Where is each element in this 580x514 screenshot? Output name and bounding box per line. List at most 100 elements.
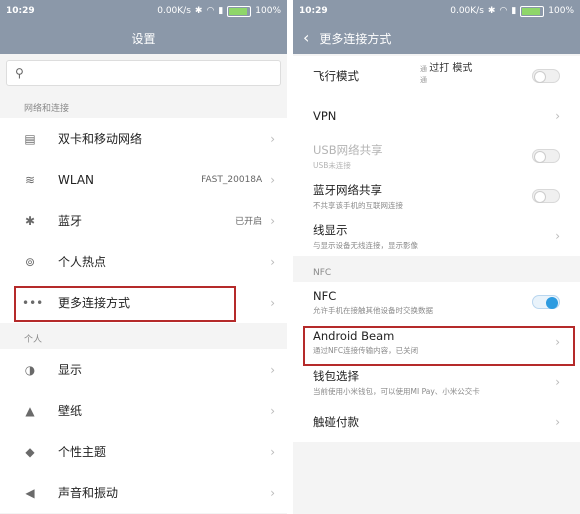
- bluetooth-status: 已开启: [235, 217, 263, 227]
- setting-label: VPN: [313, 109, 337, 123]
- nfc-toggle[interactable]: [532, 295, 560, 309]
- signal-icon: ▮: [218, 6, 224, 16]
- status-time: 10:29: [299, 6, 328, 16]
- chevron-right-icon: ›: [270, 131, 275, 146]
- settings-item-label: 声音和振动: [58, 486, 119, 500]
- setting-airplane-mode[interactable]: 飞行模式 通 过打 模式 通: [293, 56, 580, 96]
- battery-icon: [227, 5, 252, 17]
- settings-item-more-connections[interactable]: ••• 更多连接方式 ›: [0, 282, 287, 323]
- settings-screen: 10:29 0.00K/s ✱ ◠ ▮ 100% 设置 ⚲ 网络和连接 ▤ 双卡…: [0, 0, 287, 514]
- section-header-network: 网络和连接: [24, 104, 70, 114]
- page-title-bar: 设置: [0, 22, 287, 54]
- airplane-note-line1: 通: [420, 65, 427, 73]
- wallpaper-icon: ▲: [25, 403, 35, 418]
- chevron-right-icon: ›: [555, 375, 560, 389]
- chevron-right-icon: ›: [555, 229, 560, 243]
- wlan-network-name: FAST_20018A: [201, 174, 263, 185]
- setting-tap-and-pay[interactable]: 触碰付款 ›: [293, 402, 580, 442]
- chevron-right-icon: ›: [555, 335, 560, 349]
- setting-summary: 不共享该手机的互联网连接: [313, 200, 403, 210]
- settings-item-label: 蓝牙: [58, 214, 83, 228]
- settings-item-theme[interactable]: ◆ 个性主题 ›: [0, 431, 287, 472]
- signal-icon: ▮: [511, 6, 517, 16]
- sound-icon: ◀: [25, 485, 35, 500]
- chevron-right-icon: ›: [555, 109, 560, 123]
- usb-tethering-toggle[interactable]: [532, 149, 560, 163]
- status-bar: 10:29 0.00K/s ✱ ◠ ▮ 100%: [0, 0, 287, 22]
- settings-item-label: 个人热点: [58, 255, 107, 269]
- airplane-mode-toggle[interactable]: [532, 69, 560, 83]
- setting-usb-tethering[interactable]: USB网络共享 USB未连接: [293, 136, 580, 176]
- search-input[interactable]: ⚲: [6, 60, 281, 86]
- setting-label: 蓝牙网络共享: [313, 182, 382, 197]
- setting-label: 线显示: [313, 222, 348, 237]
- setting-label: 钱包选择: [313, 368, 359, 383]
- status-time: 10:29: [6, 6, 35, 16]
- settings-item-label: 双卡和移动网络: [58, 132, 143, 146]
- page-title: 更多连接方式: [319, 31, 392, 46]
- settings-item-wlan[interactable]: ≋ WLAN FAST_20018A ›: [0, 159, 287, 200]
- status-bar: 10:29 0.00K/s ✱ ◠ ▮ 100%: [293, 0, 580, 22]
- setting-wireless-display[interactable]: 线显示 与显示设备无线连接，显示影像 ›: [293, 216, 580, 256]
- setting-label: 飞行模式: [313, 69, 359, 83]
- bluetooth-tethering-toggle[interactable]: [532, 189, 560, 203]
- settings-item-label: WLAN: [58, 172, 95, 187]
- more-icon: •••: [22, 295, 44, 310]
- airplane-note-emph: 过打 模式: [429, 63, 473, 74]
- airplane-tooltip-text: 通 过打 模式 通: [420, 63, 472, 86]
- network-speed: 0.00K/s: [450, 6, 484, 16]
- settings-item-dual-sim[interactable]: ▤ 双卡和移动网络 ›: [0, 118, 287, 159]
- chevron-right-icon: ›: [270, 254, 275, 269]
- back-arrow-icon[interactable]: ‹: [303, 30, 309, 46]
- settings-item-label: 显示: [58, 363, 83, 377]
- wifi-status-icon: ◠: [206, 6, 215, 16]
- setting-summary: 与显示设备无线连接，显示影像: [313, 240, 418, 250]
- setting-summary: 通过NFC连接传输内容，已关闭: [313, 345, 419, 355]
- setting-label: USB网络共享: [313, 142, 383, 157]
- settings-item-hotspot[interactable]: ⊚ 个人热点 ›: [0, 241, 287, 282]
- network-speed: 0.00K/s: [157, 6, 191, 16]
- chevron-right-icon: ›: [270, 362, 275, 377]
- settings-item-wallpaper[interactable]: ▲ 壁纸 ›: [0, 390, 287, 431]
- search-icon: ⚲: [15, 66, 24, 80]
- setting-android-beam[interactable]: Android Beam 通过NFC连接传输内容，已关闭 ›: [293, 322, 580, 362]
- bluetooth-status-icon: ✱: [194, 6, 203, 16]
- chevron-right-icon: ›: [270, 444, 275, 459]
- wifi-icon: ≋: [24, 172, 36, 187]
- battery-percent: 100%: [255, 6, 281, 16]
- setting-bluetooth-tethering[interactable]: 蓝牙网络共享 不共享该手机的互联网连接: [293, 176, 580, 216]
- page-title-bar: ‹ 更多连接方式: [293, 22, 580, 54]
- battery-percent: 100%: [548, 6, 574, 16]
- chevron-right-icon: ›: [270, 172, 275, 187]
- chevron-right-icon: ›: [270, 403, 275, 418]
- battery-icon: [520, 5, 545, 17]
- section-header-nfc: NFC: [313, 268, 332, 278]
- bluetooth-icon: ✱: [24, 213, 36, 228]
- settings-item-label: 更多连接方式: [58, 296, 131, 310]
- section-header-personal: 个人: [24, 335, 43, 345]
- theme-icon: ◆: [25, 444, 35, 459]
- setting-summary: 当前使用小米钱包，可以使用MI Pay、小米公交卡: [313, 386, 480, 396]
- settings-item-sound[interactable]: ◀ 声音和振动 ›: [0, 472, 287, 513]
- settings-item-display[interactable]: ◑ 显示 ›: [0, 349, 287, 390]
- settings-item-label: 壁纸: [58, 404, 83, 418]
- setting-vpn[interactable]: VPN ›: [293, 96, 580, 136]
- setting-summary: 允许手机在接触其他设备时交换数据: [313, 305, 433, 315]
- settings-item-label: 个性主题: [58, 445, 107, 459]
- setting-wallet-selection[interactable]: 钱包选择 当前使用小米钱包，可以使用MI Pay、小米公交卡 ›: [293, 362, 580, 402]
- sim-card-icon: ▤: [24, 131, 36, 146]
- setting-label: NFC: [313, 288, 337, 303]
- chevron-right-icon: ›: [270, 485, 275, 500]
- more-connections-screen: 10:29 0.00K/s ✱ ◠ ▮ 100% ‹ 更多连接方式 飞行模式 通…: [293, 0, 580, 514]
- page-title: 设置: [131, 31, 156, 46]
- setting-nfc[interactable]: NFC 允许手机在接触其他设备时交换数据: [293, 282, 580, 322]
- display-icon: ◑: [24, 362, 36, 377]
- hotspot-icon: ⊚: [24, 254, 36, 269]
- bluetooth-status-icon: ✱: [487, 6, 496, 16]
- chevron-right-icon: ›: [270, 295, 275, 310]
- setting-label: Android Beam: [313, 328, 395, 343]
- chevron-right-icon: ›: [270, 213, 275, 228]
- setting-summary: USB未连接: [313, 160, 351, 170]
- settings-item-bluetooth[interactable]: ✱ 蓝牙 已开启 ›: [0, 200, 287, 241]
- airplane-note-line2: 通: [420, 76, 427, 84]
